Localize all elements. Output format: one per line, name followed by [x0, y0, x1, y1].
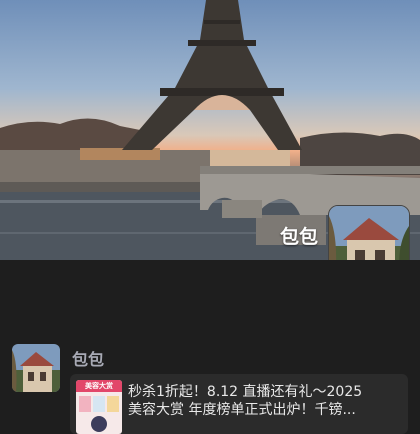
promo-image: 美容大赏	[76, 380, 122, 434]
house-photo	[329, 206, 409, 260]
banner-title: 包包	[279, 226, 318, 248]
post-avatar[interactable]	[12, 344, 60, 392]
promo-text: 秒杀1折起！8.12 直播还有礼～2025 美容大赏 年度榜单正式出炉！千镑..…	[128, 383, 404, 419]
post-author-name[interactable]: 包包	[72, 346, 104, 370]
promo-card[interactable]: 美容大赏 秒杀1折起！8.12 直播还有礼～2025 美容大赏 年度榜单正式出炉…	[70, 374, 408, 434]
house-photo	[12, 344, 60, 392]
promo-line-2: 美容大赏 年度榜单正式出炉！千镑...	[128, 402, 356, 418]
promo-image-label: 美容大赏	[76, 380, 122, 392]
product-collage-icon	[79, 396, 119, 432]
banner-card[interactable]: 包包	[0, 0, 420, 260]
banner-thumbnail[interactable]	[328, 205, 410, 260]
promo-line-1: 秒杀1折起！8.12 直播还有礼～2025	[128, 384, 363, 400]
